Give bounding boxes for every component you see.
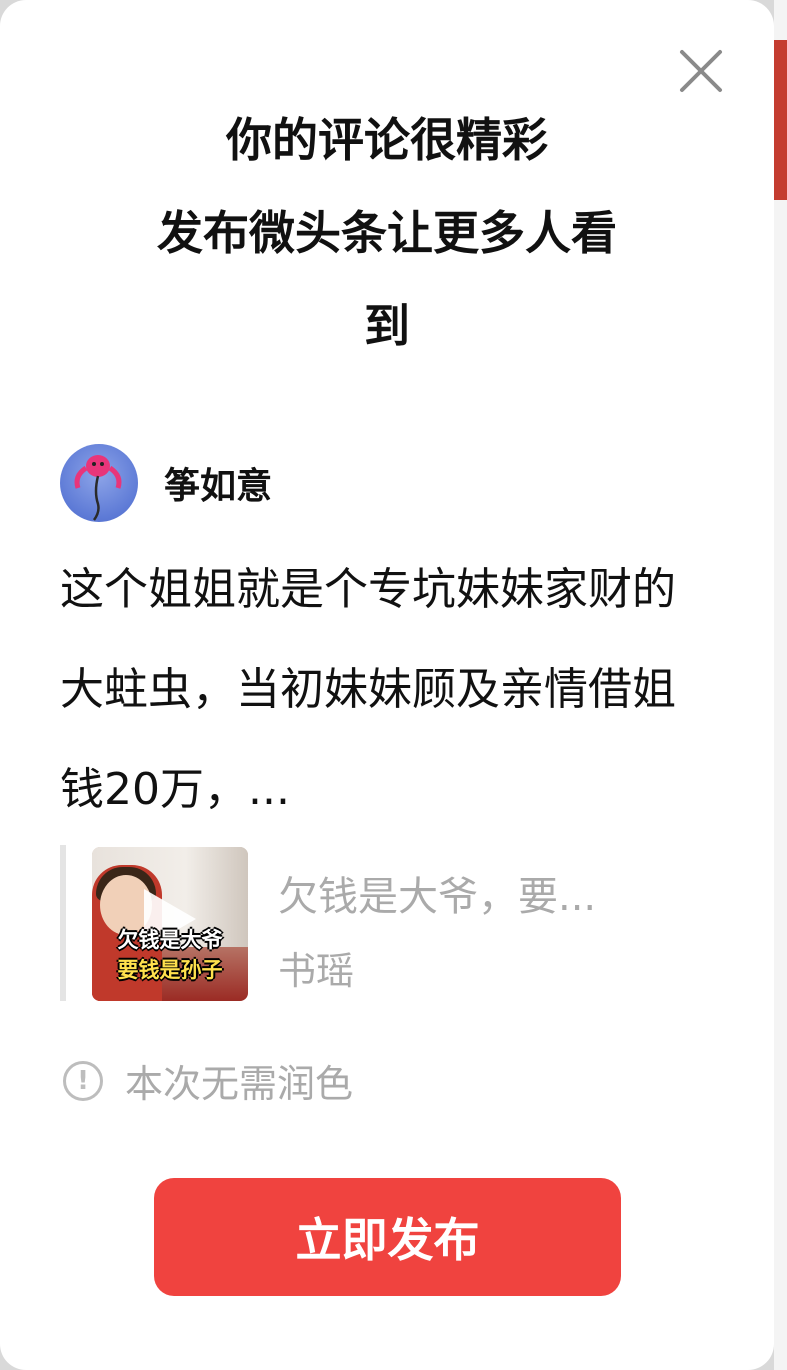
thumbnail-caption-line-2: 要钱是孙子 — [117, 958, 223, 982]
quoted-video-title: 欠钱是大爷，要... — [278, 874, 597, 920]
dialog-title-line-1: 你的评论很精彩 — [226, 113, 548, 167]
polish-notice-text: 本次无需润色 — [125, 1062, 354, 1106]
background-banner — [774, 40, 787, 200]
quoted-video-source: 书瑶 — [278, 949, 355, 993]
background-page — [774, 0, 787, 1370]
video-thumbnail[interactable]: 欠钱是大爷 要钱是孙子 — [92, 847, 248, 1001]
close-icon[interactable] — [672, 42, 730, 100]
author-row: 筝如意 — [60, 443, 272, 523]
thumbnail-caption-line-1: 欠钱是大爷 — [117, 928, 223, 952]
kite-avatar-icon — [60, 444, 138, 522]
polish-notice: ! 本次无需润色 — [63, 1053, 353, 1108]
comment-text: 这个姐姐就是个专坑妹妹家财的大蛀虫，当初妹妹顾及亲情借姐钱20万，... — [60, 564, 676, 815]
publish-dialog: 你的评论很精彩 发布微头条让更多人看 到 筝如意 这个姐姐就是个专坑妹妹家财的大… — [0, 0, 774, 1370]
quoted-video-card[interactable]: 欠钱是大爷 要钱是孙子 欠钱是大爷，要... 书瑶 — [60, 845, 726, 1001]
dialog-title: 你的评论很精彩 发布微头条让更多人看 到 — [40, 94, 734, 373]
publish-button[interactable]: 立即发布 — [154, 1178, 621, 1296]
dialog-title-line-3: 到 — [364, 299, 410, 353]
dialog-title-line-2: 发布微头条让更多人看 — [157, 206, 617, 260]
info-icon: ! — [63, 1060, 103, 1101]
author-name: 筝如意 — [164, 466, 273, 507]
